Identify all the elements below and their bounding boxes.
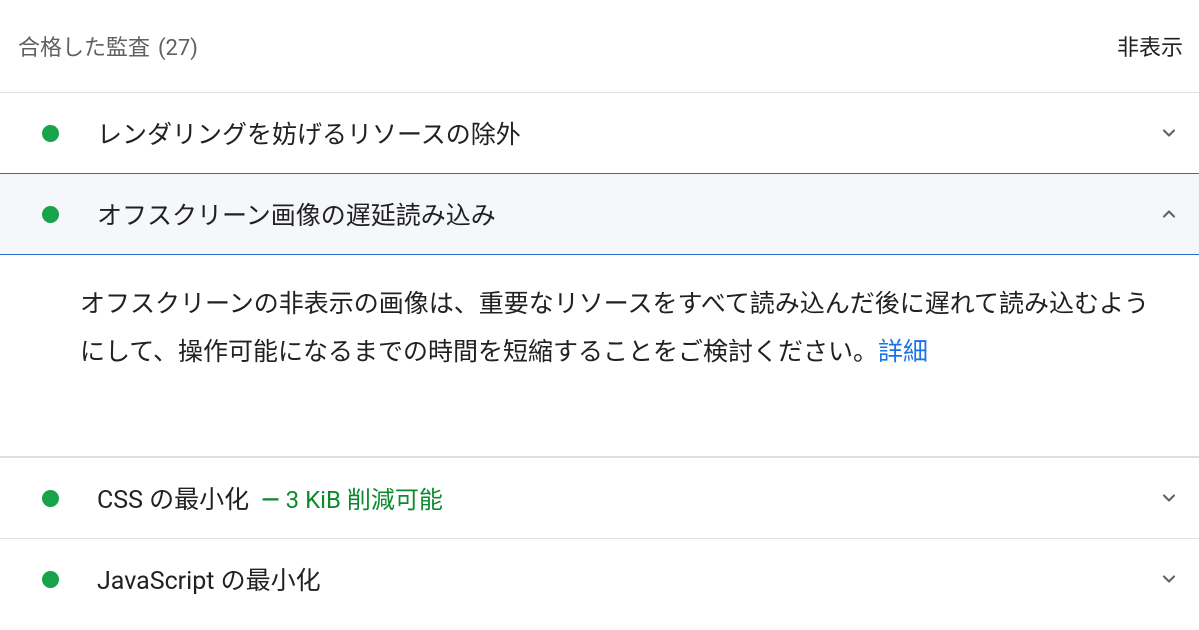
audit-title-text: オフスクリーン画像の遅延読み込み [97, 196, 496, 232]
audit-title: オフスクリーン画像の遅延読み込み [97, 196, 1159, 232]
header-title-wrap: 合格した監査 (27) [18, 30, 198, 62]
audit-row-css-minify[interactable]: CSS の最小化 — 3 KiB 削減可能 [0, 457, 1199, 538]
audit-description-text: オフスクリーンの非表示の画像は、重要なリソースをすべて読み込んだ後に遅れて読み込… [80, 290, 1149, 367]
header-count: (27) [158, 36, 198, 61]
hide-toggle[interactable]: 非表示 [1117, 30, 1183, 62]
chevron-down-icon [1159, 123, 1179, 143]
audit-detail-text: 3 KiB 削減可能 [286, 486, 443, 514]
pass-status-icon [42, 571, 59, 588]
passed-audits-header[interactable]: 合格した監査 (27) 非表示 [0, 0, 1199, 92]
pass-status-icon [42, 206, 59, 223]
audit-title: JavaScript の最小化 [97, 561, 1159, 597]
audit-row-render-blocking[interactable]: レンダリングを妨げるリソースの除外 [0, 92, 1199, 173]
chevron-down-icon [1159, 569, 1179, 589]
chevron-up-icon [1159, 204, 1179, 224]
audit-title: CSS の最小化 — 3 KiB 削減可能 [97, 480, 1159, 516]
audit-detail: — 3 KiB 削減可能 [261, 480, 443, 515]
audit-row-offscreen-images[interactable]: オフスクリーン画像の遅延読み込み [0, 173, 1199, 255]
audit-row-js-minify[interactable]: JavaScript の最小化 [0, 538, 1199, 619]
learn-more-link[interactable]: 詳細 [878, 338, 928, 367]
audit-title-text: レンダリングを妨げるリソースの除外 [97, 115, 521, 151]
audit-description: オフスクリーンの非表示の画像は、重要なリソースをすべて読み込んだ後に遅れて読み込… [0, 255, 1199, 457]
header-title: 合格した監査 [18, 30, 150, 62]
pass-status-icon [42, 125, 59, 142]
audit-title: レンダリングを妨げるリソースの除外 [97, 115, 1159, 151]
audit-title-text: JavaScript の最小化 [97, 561, 321, 597]
audit-title-text: CSS の最小化 [97, 480, 249, 516]
pass-status-icon [42, 490, 59, 507]
chevron-down-icon [1159, 488, 1179, 508]
